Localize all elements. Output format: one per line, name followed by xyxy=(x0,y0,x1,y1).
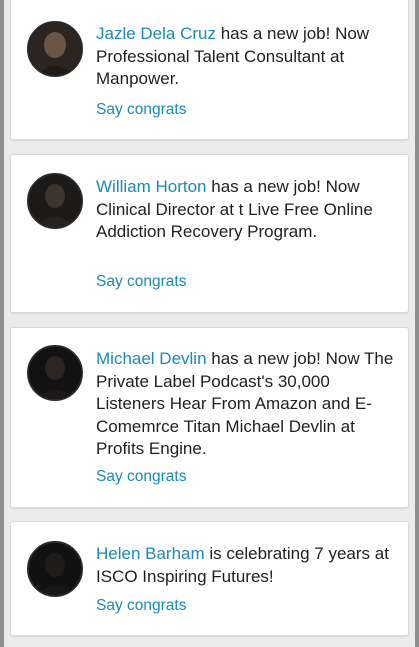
notification-text: William Horton has a new job! Now Clinic… xyxy=(96,176,400,244)
person-name-link[interactable]: Jazle Dela Cruz xyxy=(96,24,216,43)
person-name-link[interactable]: Helen Barham xyxy=(96,544,205,563)
avatar-photo-icon xyxy=(29,543,81,595)
notification-card: Jazle Dela Cruz has a new job! Now Profe… xyxy=(10,0,409,140)
avatar[interactable] xyxy=(27,173,83,229)
notification-text: Michael Devlin has a new job! Now The Pr… xyxy=(96,348,400,461)
avatar-photo-icon xyxy=(29,23,81,75)
notification-card: Helen Barham is celebrating 7 years at I… xyxy=(10,521,409,636)
avatar-photo-icon xyxy=(29,175,81,227)
notification-card: Michael Devlin has a new job! Now The Pr… xyxy=(10,327,409,508)
say-congrats-link[interactable]: Say congrats xyxy=(96,597,186,615)
person-name-link[interactable]: William Horton xyxy=(96,177,207,196)
say-congrats-link[interactable]: Say congrats xyxy=(96,101,186,119)
avatar[interactable] xyxy=(27,345,83,401)
notifications-panel: Jazle Dela Cruz has a new job! Now Profe… xyxy=(4,0,415,647)
avatar[interactable] xyxy=(27,541,83,597)
avatar-photo-icon xyxy=(29,347,81,399)
avatar[interactable] xyxy=(27,21,83,77)
say-congrats-link[interactable]: Say congrats xyxy=(96,273,186,291)
notification-text: Jazle Dela Cruz has a new job! Now Profe… xyxy=(96,23,400,91)
notification-text: Helen Barham is celebrating 7 years at I… xyxy=(96,543,400,588)
say-congrats-link[interactable]: Say congrats xyxy=(96,468,186,486)
notification-card: William Horton has a new job! Now Clinic… xyxy=(10,154,409,313)
person-name-link[interactable]: Michael Devlin xyxy=(96,349,207,368)
